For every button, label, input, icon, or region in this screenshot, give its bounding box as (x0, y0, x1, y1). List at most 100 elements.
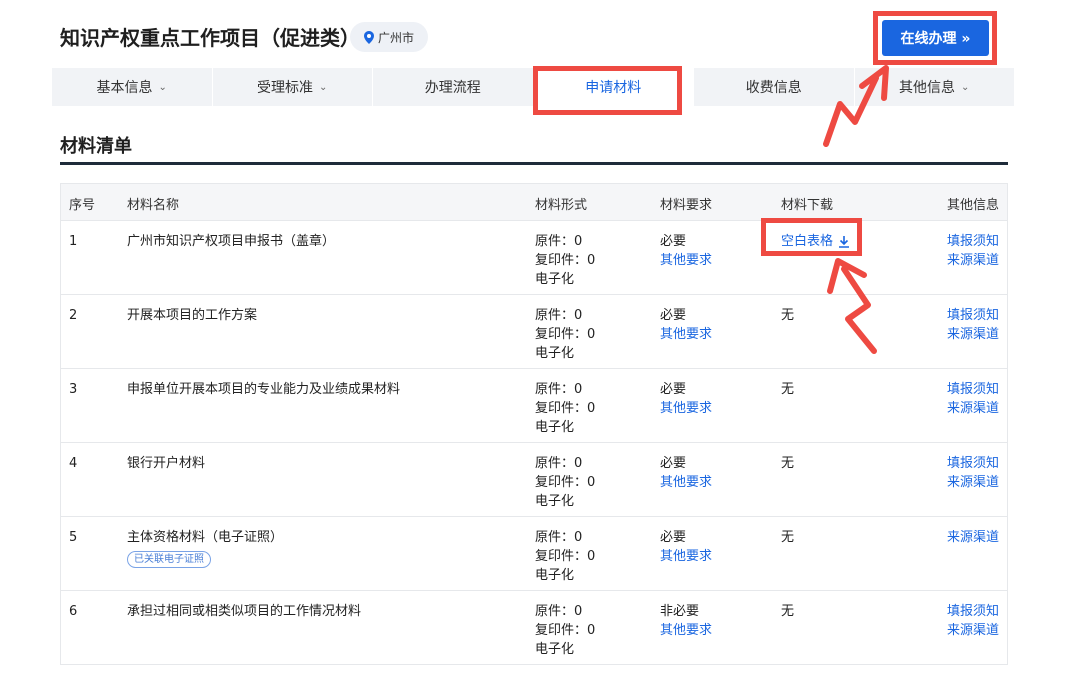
other-requirements-link[interactable]: 其他要求 (660, 325, 712, 344)
material-requirement: 必要 其他要求 (660, 306, 712, 344)
material-name-cell: 承担过相同或相类似项目的工作情况材料 (127, 602, 361, 621)
material-download: 无 (781, 456, 795, 471)
table-header: 序号 材料名称 材料形式 材料要求 材料下载 其他信息 (61, 184, 1007, 221)
other-info-link[interactable]: 填报须知 (947, 602, 999, 621)
material-download: 无 (781, 382, 795, 397)
section-title: 材料清单 (60, 136, 132, 157)
table-row: 6 承担过相同或相类似项目的工作情况材料 原件：0 复印件：0 电子化 非必要 其他要求 无 填… (61, 591, 1007, 665)
material-name: 开展本项目的工作方案 (127, 308, 258, 323)
requirement-text: 必要 (660, 234, 687, 249)
header-other: 其他信息 (946, 198, 999, 213)
material-name-cell: 银行开户材料 (127, 454, 205, 473)
material-form: 原件：0 复印件：0 电子化 (535, 380, 595, 437)
material-requirement: 必要 其他要求 (660, 454, 712, 492)
highlight-tab-materials (533, 66, 682, 115)
tab-2[interactable]: 办理流程 (373, 68, 534, 106)
material-name-cell: 开展本项目的工作方案 (127, 306, 257, 325)
other-info-link[interactable]: 来源渠道 (947, 473, 999, 492)
form-line: 电子化 (535, 642, 575, 657)
form-line: 电子化 (535, 272, 575, 287)
other-info-link[interactable]: 来源渠道 (947, 251, 999, 270)
row-index: 4 (69, 456, 78, 471)
tab-label: 受理标准 (257, 80, 314, 96)
chevron-down-icon: ⌄ (961, 81, 970, 93)
material-form: 原件：0 复印件：0 电子化 (535, 454, 595, 511)
other-requirements-link[interactable]: 其他要求 (660, 251, 712, 270)
material-name: 银行开户材料 (127, 456, 206, 471)
material-name-cell: 广州市知识产权项目申报书（盖章） (127, 232, 335, 251)
material-form: 原件：0 复印件：0 电子化 (535, 602, 595, 659)
other-requirements-link[interactable]: 其他要求 (660, 547, 712, 566)
material-name-cell: 申报单位开展本项目的专业能力及业绩成果材料 (127, 380, 400, 399)
chevron-down-icon: ⌄ (158, 81, 167, 93)
table-row: 5 主体资格材料（电子证照） 已关联电子证照 原件：0 复印件：0 电子化 必要其他要求 无 来… (61, 517, 1007, 591)
other-info: 填报须知 来源渠道 (947, 454, 999, 492)
tab-label: 办理流程 (424, 80, 481, 96)
form-line: 电子化 (535, 568, 575, 583)
form-line: 原件：0 (535, 382, 583, 397)
form-line: 电子化 (535, 420, 575, 435)
form-line: 复印件：0 (535, 549, 596, 564)
other-info-link[interactable]: 填报须知 (947, 232, 999, 251)
form-line: 原件：0 (535, 530, 583, 545)
form-line: 复印件：0 (535, 327, 596, 342)
material-form: 原件：0 复印件：0 电子化 (535, 306, 595, 363)
other-info: 填报须知 来源渠道 (947, 602, 999, 640)
row-index: 2 (69, 308, 78, 323)
e-license-tag: 已关联电子证照 (127, 551, 211, 568)
row-index: 3 (69, 382, 78, 397)
other-info: 填报须知 来源渠道 (947, 380, 999, 418)
material-download: 无 (781, 530, 795, 545)
form-line: 原件：0 (535, 456, 583, 471)
requirement-text: 必要 (660, 456, 687, 471)
form-line: 原件：0 (535, 308, 583, 323)
material-name: 申报单位开展本项目的专业能力及业绩成果材料 (127, 382, 401, 397)
other-info-link[interactable]: 来源渠道 (947, 399, 999, 418)
requirement-text: 必要 (660, 530, 687, 545)
header-name: 材料名称 (127, 198, 180, 213)
other-info: 来源渠道 (947, 528, 999, 547)
header-requirement: 材料要求 (660, 198, 713, 213)
location-pin-icon (363, 30, 374, 44)
form-line: 原件：0 (535, 604, 583, 619)
header-idx: 序号 (69, 198, 96, 213)
other-info-link[interactable]: 来源渠道 (947, 325, 999, 344)
form-line: 电子化 (535, 346, 575, 361)
location-badge[interactable]: 广州市 (350, 22, 428, 52)
other-requirements-link[interactable]: 其他要求 (660, 621, 712, 640)
highlight-online-button (873, 11, 997, 65)
material-name-cell: 主体资格材料（电子证照） 已关联电子证照 (127, 528, 283, 568)
form-line: 复印件：0 (535, 623, 596, 638)
material-download: 无 (781, 604, 795, 619)
row-index: 5 (69, 530, 78, 545)
arrow-annotation-icon (827, 258, 877, 354)
material-download: 无 (781, 308, 795, 323)
other-info-link[interactable]: 来源渠道 (947, 621, 999, 640)
table-row: 3 申报单位开展本项目的专业能力及业绩成果材料 原件：0 复印件：0 电子化 必要其他要求… (61, 369, 1007, 443)
form-line: 复印件：0 (535, 401, 596, 416)
material-form: 原件：0 复印件：0 电子化 (535, 232, 595, 289)
page-title: 知识产权重点工作项目（促进类） (60, 26, 360, 50)
other-info-link[interactable]: 填报须知 (947, 380, 999, 399)
section-divider (60, 162, 1008, 165)
highlight-blank-form (761, 218, 862, 256)
other-requirements-link[interactable]: 其他要求 (660, 399, 712, 418)
arrow-annotation-icon (823, 65, 889, 147)
form-line: 原件：0 (535, 234, 583, 249)
table-row: 4 银行开户材料 原件：0 复印件：0 电子化 必要其他要求 无 填报须知 来源渠道 (61, 443, 1007, 517)
other-info-link[interactable]: 填报须知 (947, 306, 999, 325)
material-name: 主体资格材料（电子证照） (127, 530, 284, 545)
tab-label: 基本信息 (96, 80, 153, 96)
row-index: 1 (69, 234, 78, 249)
other-requirements-link[interactable]: 其他要求 (660, 473, 712, 492)
requirement-text: 必要 (660, 382, 687, 397)
material-requirement: 必要 其他要求 (660, 380, 712, 418)
tab-1[interactable]: 受理标准 ⌄ (213, 68, 373, 106)
other-info-link[interactable]: 填报须知 (947, 454, 999, 473)
material-name: 承担过相同或相类似项目的工作情况材料 (127, 604, 362, 619)
other-info: 填报须知 来源渠道 (947, 232, 999, 270)
other-info-link[interactable]: 来源渠道 (947, 528, 999, 547)
material-form: 原件：0 复印件：0 电子化 (535, 528, 595, 585)
form-line: 电子化 (535, 494, 575, 509)
tab-0[interactable]: 基本信息 ⌄ (52, 68, 213, 106)
